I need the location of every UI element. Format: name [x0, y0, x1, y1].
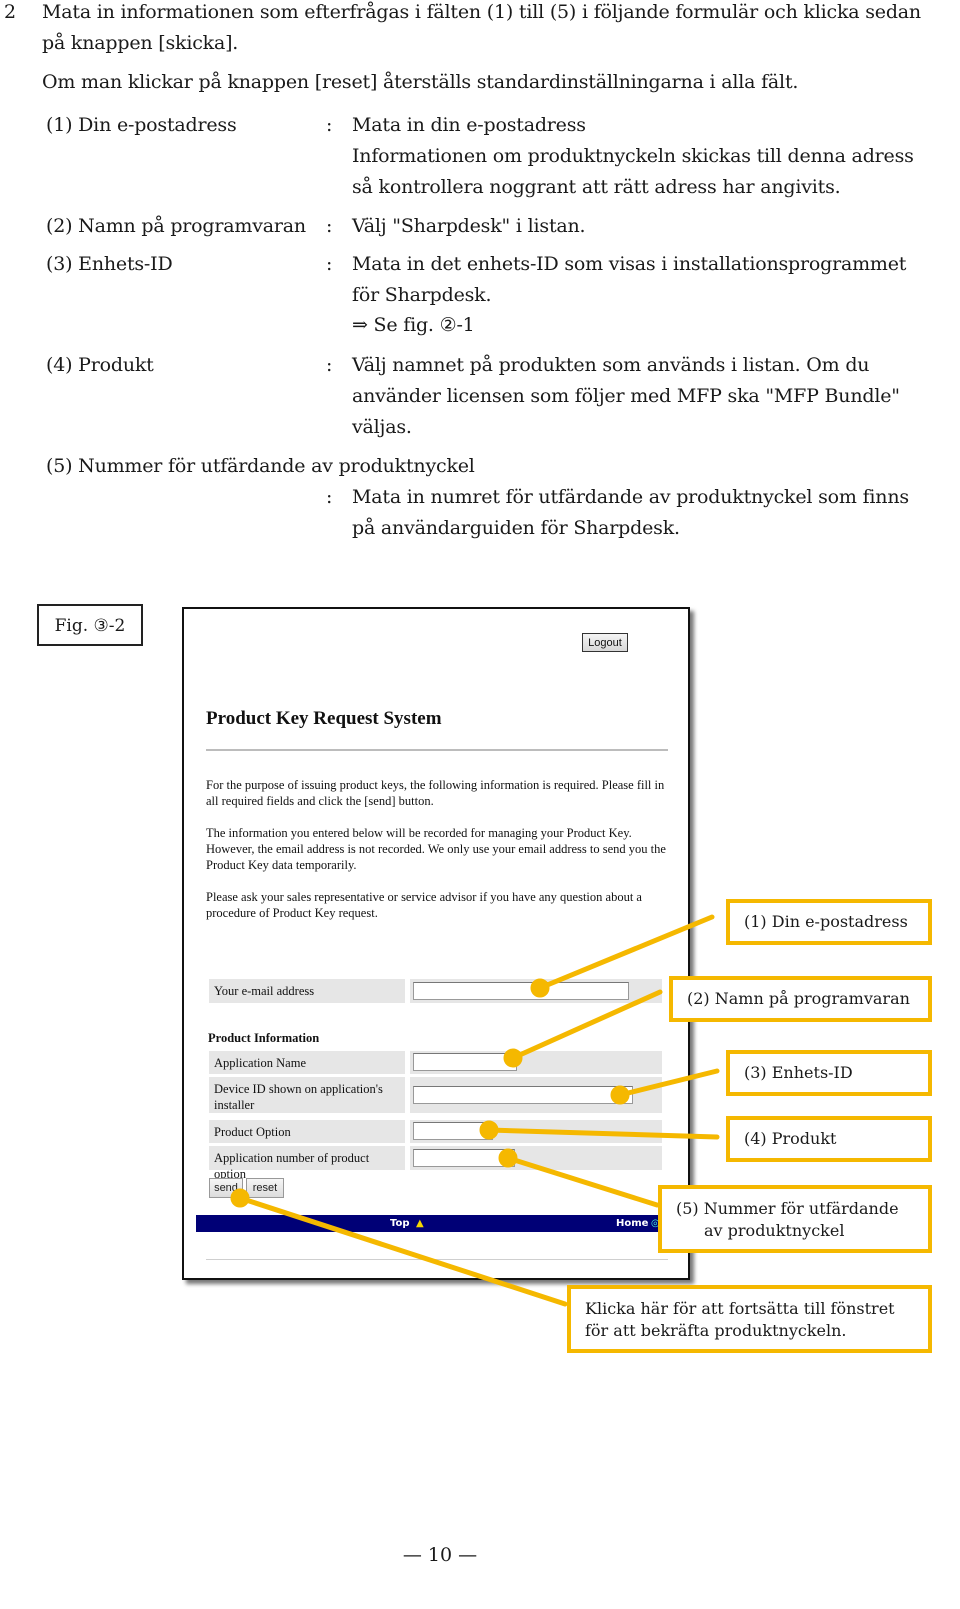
nav-top-link[interactable]: Top — [390, 1215, 410, 1232]
callout-send: Klicka här för att fortsätta till fönstr… — [567, 1285, 932, 1353]
callout-product: (4) Produkt — [726, 1116, 932, 1162]
callout-device-id: (3) Enhets-ID — [726, 1050, 932, 1096]
chevron-down-icon: ⌄ — [505, 1056, 514, 1067]
item-1-label: (1) Din e-postadress — [46, 114, 237, 136]
item-5-desc-2: på användarguiden för Sharpdesk. — [352, 517, 680, 539]
item-4-colon: : — [326, 354, 333, 376]
item-4-label: (4) Produkt — [46, 354, 154, 376]
item-2-colon: : — [326, 215, 333, 237]
callout-app-number-text-1: (5) Nummer för utfärdande — [676, 1199, 899, 1218]
screenshot-title: Product Key Request System — [206, 708, 442, 729]
warning-triangle-icon: ▲ — [416, 1218, 424, 1229]
callout-email-text: (1) Din e-postadress — [744, 912, 908, 931]
app-name-row: ⌄ — [410, 1051, 662, 1074]
intro-paragraph-3: Please ask your sales representative or … — [206, 890, 642, 920]
item-3-label: (3) Enhets-ID — [46, 253, 173, 275]
item-4-desc-2: använder licensen som följer med MFP ska… — [352, 385, 900, 407]
page-number: — 10 — — [402, 1544, 478, 1566]
item-2-label: (2) Namn på programvaran — [46, 215, 306, 237]
title-divider — [206, 749, 668, 751]
device-id-row — [410, 1077, 662, 1113]
footer-divider — [206, 1259, 668, 1260]
item-5-colon: : — [326, 486, 333, 508]
callout-app-number: (5) Nummer för utfärdande av produktnyck… — [658, 1185, 932, 1253]
instruction-line-1: Mata in informationen som efterfrågas i … — [42, 1, 921, 23]
item-3-desc-1: Mata in det enhets-ID som visas i instal… — [352, 253, 907, 275]
reset-button[interactable]: reset — [246, 1178, 284, 1198]
app-name-select[interactable]: ⌄ — [413, 1053, 517, 1071]
callout-email: (1) Din e-postadress — [726, 899, 932, 945]
product-option-row: ⌄ — [410, 1120, 662, 1143]
item-1-desc-3: så kontrollera noggrant att rätt adress … — [352, 176, 841, 198]
figure-label: Fig. ③-2 — [37, 604, 143, 646]
app-number-label: Application number of product option — [209, 1146, 405, 1181]
email-input[interactable] — [413, 982, 629, 1000]
item-4-desc-3: väljas. — [352, 416, 412, 438]
bottom-nav-bar: Top ▲ Home ◎ — [196, 1215, 666, 1232]
device-id-input[interactable] — [413, 1086, 633, 1104]
item-5-desc-1: Mata in numret för utfärdande av produkt… — [352, 486, 909, 508]
email-label: Your e-mail address — [209, 979, 405, 1003]
item-3-desc-2: för Sharpdesk. — [352, 284, 492, 306]
app-number-input[interactable] — [413, 1149, 515, 1167]
device-id-label: Device ID shown on application's install… — [209, 1077, 405, 1113]
item-3-colon: : — [326, 253, 333, 275]
callout-device-id-text: (3) Enhets-ID — [744, 1063, 853, 1082]
nav-home-link[interactable]: Home — [616, 1215, 648, 1232]
logout-button[interactable]: Logout — [582, 633, 628, 652]
callout-app-name: (2) Namn på programvaran — [669, 976, 932, 1022]
callout-product-text: (4) Produkt — [744, 1129, 837, 1148]
callout-send-text-2: för att bekräfta produktnyckeln. — [585, 1321, 847, 1340]
product-option-label: Product Option — [209, 1120, 405, 1143]
item-1-colon: : — [326, 114, 333, 136]
item-3-desc-3: ⇒ Se fig. ②-1 — [352, 314, 475, 336]
step-number: 2 — [4, 1, 16, 23]
chevron-down-icon: ⌄ — [481, 1125, 490, 1136]
product-key-screenshot: Logout Product Key Request System For th… — [182, 607, 690, 1280]
item-2-desc-1: Välj "Sharpdesk" i listan. — [352, 215, 586, 237]
app-number-row — [410, 1146, 662, 1170]
item-4-desc-1: Välj namnet på produkten som används i l… — [352, 354, 870, 376]
item-1-desc-2: Informationen om produktnyckeln skickas … — [352, 145, 914, 167]
product-info-heading: Product Information — [208, 1031, 320, 1045]
instruction-line-2: på knappen [skicka]. — [42, 32, 239, 54]
intro-paragraph-1: For the purpose of issuing product keys,… — [206, 778, 665, 808]
send-button[interactable]: send — [209, 1178, 243, 1198]
item-1-desc-1: Mata in din e-postadress — [352, 114, 586, 136]
intro-paragraph-2: The information you entered below will b… — [206, 826, 666, 872]
item-5-label: (5) Nummer för utfärdande av produktnyck… — [46, 455, 475, 477]
callout-send-text-1: Klicka här för att fortsätta till fönstr… — [585, 1299, 895, 1318]
instruction-line-3: Om man klickar på knappen [reset] återst… — [42, 71, 799, 93]
email-row — [410, 979, 662, 1003]
callout-app-number-text-2: av produktnyckel — [704, 1221, 845, 1240]
callout-app-name-text: (2) Namn på programvaran — [687, 989, 910, 1008]
app-name-label: Application Name — [209, 1051, 405, 1074]
product-option-select[interactable]: ⌄ — [413, 1122, 493, 1140]
